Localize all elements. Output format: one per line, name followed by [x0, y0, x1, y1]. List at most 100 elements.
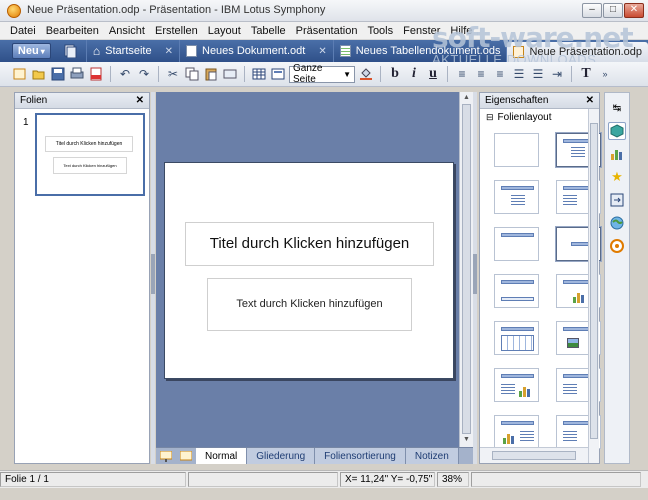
- layout-title-bar: [501, 280, 534, 284]
- align-right-icon[interactable]: ≡: [492, 66, 508, 82]
- picture-icon: [567, 338, 579, 348]
- splitter-grip[interactable]: [473, 254, 477, 294]
- align-center-icon[interactable]: ≡: [473, 66, 489, 82]
- layout-title-only[interactable]: [494, 227, 539, 261]
- save-icon[interactable]: [50, 66, 66, 82]
- menu-fenster[interactable]: Fenster: [403, 25, 440, 37]
- tab-startseite[interactable]: ⌂ Startseite ✕: [85, 40, 179, 62]
- numbered-list-icon[interactable]: ☰: [530, 66, 546, 82]
- text-placeholder[interactable]: Text durch Klicken hinzufügen: [207, 278, 412, 331]
- menu-bearbeiten[interactable]: Bearbeiten: [46, 25, 99, 37]
- text-box-button[interactable]: T: [578, 66, 594, 82]
- cut-icon[interactable]: ✂: [165, 66, 181, 82]
- menu-tools[interactable]: Tools: [367, 25, 393, 37]
- view-tabs: Normal Gliederung Foliensortierung Notiz…: [156, 447, 473, 464]
- close-tab-icon[interactable]: ✕: [318, 46, 326, 57]
- scroll-thumb[interactable]: [590, 123, 598, 439]
- print-icon[interactable]: [69, 66, 85, 82]
- scroll-thumb[interactable]: [462, 104, 471, 434]
- vertical-scrollbar[interactable]: ▲ ▼: [459, 92, 473, 447]
- scroll-down-icon[interactable]: ▼: [463, 436, 470, 443]
- layout-chart-text[interactable]: [494, 415, 539, 449]
- zoom-level[interactable]: 38%: [437, 472, 469, 487]
- close-tab-icon[interactable]: ✕: [165, 46, 173, 57]
- menu-layout[interactable]: Layout: [208, 25, 241, 37]
- align-left-icon[interactable]: ≡: [454, 66, 470, 82]
- view-menu-icon[interactable]: [176, 448, 196, 464]
- tab-notizen[interactable]: Notizen: [405, 448, 459, 464]
- navigator-icon[interactable]: [608, 191, 626, 209]
- bullet-list-icon[interactable]: ☰: [511, 66, 527, 82]
- minimize-button[interactable]: –: [582, 3, 602, 18]
- new-button[interactable]: Neu ▾: [12, 43, 51, 59]
- menu-erstellen[interactable]: Erstellen: [155, 25, 198, 37]
- thumbnail-text: Text durch Klicken hinzufügen: [53, 157, 127, 174]
- menu-hilfe[interactable]: Hilfe: [450, 25, 472, 37]
- scroll-up-icon[interactable]: ▲: [463, 94, 470, 101]
- title-placeholder[interactable]: Titel durch Klicken hinzufügen: [185, 222, 434, 266]
- underline-button[interactable]: u: [425, 66, 441, 82]
- menu-datei[interactable]: Datei: [10, 25, 36, 37]
- menu-tabelle[interactable]: Tabelle: [251, 25, 286, 37]
- globe-icon[interactable]: [608, 214, 626, 232]
- slide-thumbnail[interactable]: Titel durch Klicken hinzufügen Text durc…: [35, 113, 145, 196]
- tab-foliensortierung[interactable]: Foliensortierung: [315, 448, 406, 464]
- slide-show-icon[interactable]: [156, 448, 176, 464]
- symphony-app-icon[interactable]: [7, 4, 21, 18]
- toolbar-separator: [571, 66, 572, 82]
- layout-title-list[interactable]: [494, 180, 539, 214]
- copy-icon[interactable]: [184, 66, 200, 82]
- bold-button[interactable]: b: [387, 66, 403, 82]
- slide-canvas[interactable]: Titel durch Klicken hinzufügen Text durc…: [164, 162, 454, 379]
- right-panel-splitter[interactable]: [473, 92, 477, 464]
- menu-praesentation[interactable]: Präsentation: [296, 25, 358, 37]
- paint-bucket-icon[interactable]: [358, 66, 374, 82]
- table-icon[interactable]: [251, 66, 267, 82]
- close-button[interactable]: ✕: [624, 3, 644, 18]
- tab-gliederung[interactable]: Gliederung: [247, 448, 316, 464]
- properties-cube-icon[interactable]: [608, 122, 626, 140]
- scroll-thumb[interactable]: [492, 451, 576, 460]
- layout-blank[interactable]: [494, 133, 539, 167]
- redo-icon[interactable]: ↷: [136, 66, 152, 82]
- left-panel-splitter[interactable]: [151, 92, 155, 464]
- new-slide-icon[interactable]: [12, 66, 28, 82]
- clip-art-star-icon[interactable]: ★: [608, 168, 626, 186]
- layout-text-bar: [501, 297, 534, 301]
- italic-button[interactable]: i: [406, 66, 422, 82]
- chart-icon[interactable]: [608, 145, 626, 163]
- home-icon: ⌂: [92, 44, 101, 58]
- tab-neues-tabellendokument[interactable]: Neues Tabellendokument.ods: [332, 40, 507, 62]
- toolbar-overflow-icon[interactable]: »: [597, 66, 613, 82]
- slide-edit-area[interactable]: Titel durch Klicken hinzufügen Text durc…: [156, 92, 459, 447]
- layout-list-lines: [511, 195, 525, 207]
- pdf-export-icon[interactable]: [88, 66, 104, 82]
- sidebar-options-icon[interactable]: ↹: [608, 99, 626, 117]
- paste-icon[interactable]: [203, 66, 219, 82]
- toolbar-separator: [380, 66, 381, 82]
- slide-layout-icon[interactable]: [270, 66, 286, 82]
- slide-layout-section[interactable]: ⊟ Folienlayout: [480, 109, 599, 125]
- layout-title-table[interactable]: [494, 321, 539, 355]
- tab-neues-dokument[interactable]: Neues Dokument.odt ✕: [179, 40, 333, 62]
- tab-neue-praesentation[interactable]: Neue Präsentation.odp: [506, 42, 648, 62]
- layout-list-chart[interactable]: [494, 368, 539, 402]
- help-lifebuoy-icon[interactable]: [608, 237, 626, 255]
- collapse-icon[interactable]: ⊟: [486, 112, 494, 123]
- open-folder-icon[interactable]: [31, 66, 47, 82]
- menu-ansicht[interactable]: Ansicht: [109, 25, 145, 37]
- close-panel-icon[interactable]: ✕: [586, 95, 594, 106]
- page-view-select[interactable]: Ganze Seite ▼: [289, 63, 355, 85]
- properties-horizontal-scrollbar[interactable]: [480, 447, 588, 463]
- properties-scrollbar[interactable]: [588, 109, 599, 463]
- layout-centered-title[interactable]: [494, 274, 539, 308]
- format-paintbrush-icon[interactable]: [222, 66, 238, 82]
- close-panel-icon[interactable]: ✕: [136, 95, 144, 106]
- splitter-grip[interactable]: [151, 254, 155, 294]
- maximize-button[interactable]: □: [603, 3, 623, 18]
- open-button[interactable]: [61, 43, 80, 59]
- indent-icon[interactable]: ⇥: [549, 66, 565, 82]
- undo-icon[interactable]: ↶: [117, 66, 133, 82]
- window-controls: – □ ✕: [582, 3, 644, 18]
- tab-normal[interactable]: Normal: [196, 448, 248, 464]
